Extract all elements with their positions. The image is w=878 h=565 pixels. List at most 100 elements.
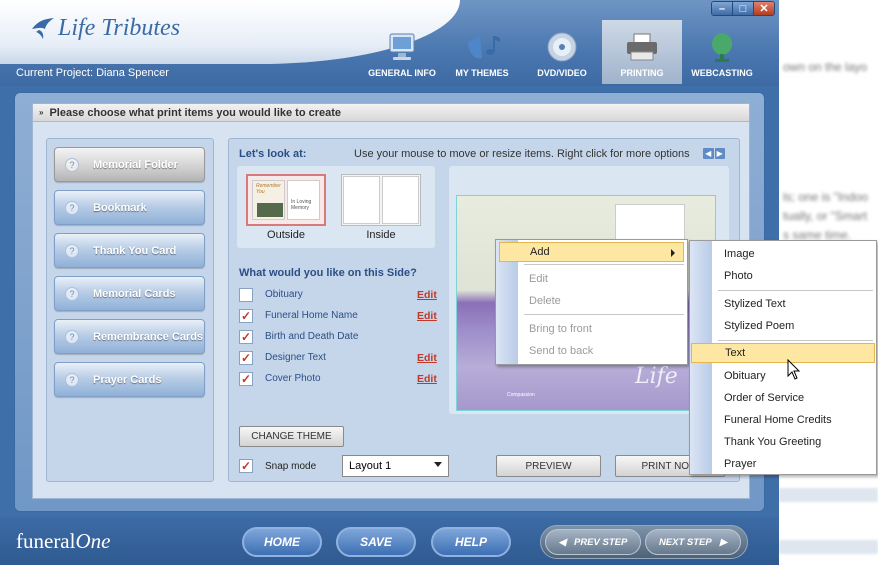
print-item-list: ? Memorial Folder ? Bookmark ? Thank You…	[46, 138, 214, 482]
nav-tab-printing[interactable]: PRINTING	[602, 20, 682, 84]
panel-title-text: Please choose what print items you would…	[49, 106, 342, 119]
nav-tab-dvd-video[interactable]: DVD/VIDEO	[522, 20, 602, 84]
minimize-button[interactable]: –	[712, 2, 732, 15]
help-icon: ?	[65, 200, 79, 215]
funeralone-logo: funeralOne	[16, 529, 110, 554]
arrow-right-icon[interactable]: ▶	[714, 148, 725, 159]
close-button[interactable]: ✕	[754, 2, 774, 15]
logo-text: funeral	[16, 529, 76, 553]
print-item-bookmark[interactable]: ? Bookmark	[54, 190, 205, 225]
checkbox[interactable]	[239, 287, 253, 302]
menu-item-bring-to-front[interactable]: Bring to front	[518, 319, 684, 339]
inside-thumbnail	[341, 174, 421, 226]
prev-step-button[interactable]: ◀ PREV STEP	[545, 529, 641, 555]
background-text-line: tually, or "Smart	[783, 209, 868, 223]
app-logo: Life Tributes	[30, 10, 180, 46]
checkbox[interactable]: ✓	[239, 371, 253, 386]
print-item-label: Memorial Cards	[93, 287, 176, 300]
submenu-item-thank-you-greeting[interactable]: Thank You Greeting	[712, 432, 873, 452]
menu-item-edit[interactable]: Edit	[518, 269, 684, 289]
submenu-item-stylized-text[interactable]: Stylized Text	[712, 294, 873, 314]
print-item-memorial-cards[interactable]: ? Memorial Cards	[54, 276, 205, 311]
side-inside[interactable]: Inside	[341, 174, 421, 241]
lets-look-label: Let's look at:	[239, 148, 307, 160]
submenu-item-stylized-poem[interactable]: Stylized Poem	[712, 316, 873, 336]
help-icon: ?	[65, 329, 79, 344]
layout-select-value: Layout 1	[349, 460, 392, 472]
home-button[interactable]: HOME	[242, 527, 322, 557]
submenu-item-order-of-service[interactable]: Order of Service	[712, 388, 873, 408]
main-nav: GENERAL INFO MY THEMES DVD/VIDEO PRINTIN…	[362, 20, 762, 84]
option-label: Birth and Death Date	[265, 331, 359, 342]
checkbox[interactable]: ✓	[239, 350, 253, 365]
next-step-button[interactable]: NEXT STEP ▶	[645, 529, 741, 555]
edit-link[interactable]: Edit	[417, 289, 437, 301]
edit-link[interactable]: Edit	[417, 373, 437, 385]
step-navigation: ◀ PREV STEP NEXT STEP ▶	[540, 525, 748, 559]
current-project-label: Current Project: Diana Spencer	[16, 67, 169, 79]
print-item-prayer-cards[interactable]: ? Prayer Cards	[54, 362, 205, 397]
double-chevron-icon: »	[39, 108, 44, 117]
maximize-button[interactable]: □	[732, 2, 754, 15]
option-label: Obituary	[265, 289, 303, 300]
edit-link[interactable]: Edit	[417, 310, 437, 322]
preview-button[interactable]: PREVIEW	[496, 455, 601, 477]
menu-item-send-to-back[interactable]: Send to back	[518, 341, 684, 361]
arrow-left-icon[interactable]: ◀	[703, 148, 714, 159]
satellite-dish-icon	[712, 33, 732, 62]
change-theme-button[interactable]: CHANGE THEME	[239, 426, 344, 447]
side-question: What would you like on this Side?	[239, 267, 417, 279]
submenu-item-photo[interactable]: Photo	[712, 266, 873, 286]
monitor-icon	[389, 33, 415, 60]
submenu-item-funeral-home-credits[interactable]: Funeral Home Credits	[712, 410, 873, 430]
print-item-memorial-folder[interactable]: ? Memorial Folder	[54, 147, 205, 182]
save-button[interactable]: SAVE	[336, 527, 416, 557]
layout-select[interactable]: Layout 1	[342, 455, 449, 477]
help-icon: ?	[65, 157, 79, 172]
option-label: Designer Text	[265, 352, 326, 363]
nav-tab-label: GENERAL INFO	[368, 68, 436, 78]
menu-separator	[524, 264, 684, 265]
help-button[interactable]: HELP	[431, 527, 511, 557]
nav-tab-general-info[interactable]: GENERAL INFO	[362, 20, 442, 84]
logo-text-italic: One	[75, 529, 111, 553]
submenu-item-text[interactable]: Text	[691, 343, 875, 363]
print-item-label: Thank You Card	[93, 244, 177, 257]
nav-tab-label: DVD/VIDEO	[537, 68, 587, 78]
menu-separator	[524, 314, 684, 315]
option-cover-photo: ✓ Cover Photo Edit	[239, 368, 439, 389]
dove-icon	[32, 18, 54, 39]
nav-tab-label: PRINTING	[620, 68, 664, 78]
header: Life Tributes Current Project: Diana Spe…	[0, 0, 779, 86]
print-item-thank-you-card[interactable]: ? Thank You Card	[54, 233, 205, 268]
print-item-label: Prayer Cards	[93, 373, 162, 386]
thumbnail-text: In Loving Memory	[291, 199, 312, 211]
submenu-item-image[interactable]: Image	[712, 244, 873, 264]
help-icon: ?	[65, 372, 79, 387]
menu-item-add[interactable]: Add	[499, 242, 684, 262]
menu-separator	[718, 290, 873, 291]
edit-link[interactable]: Edit	[417, 352, 437, 364]
option-label: Cover Photo	[265, 373, 321, 384]
submenu-item-prayer[interactable]: Prayer	[712, 454, 873, 474]
thumbnail-page: In Loving Memory	[287, 180, 320, 220]
side-outside[interactable]: Remember You In Loving Memory Outside	[246, 174, 326, 241]
dropdown-arrow-icon	[434, 462, 442, 467]
usage-hint: Use your mouse to move or resize items. …	[354, 148, 690, 160]
thumbnail-page: Remember You	[252, 180, 285, 220]
checkbox[interactable]: ✓	[239, 329, 253, 344]
side-selector: Remember You In Loving Memory Outside In…	[237, 166, 435, 248]
page-arrows: ◀ ▶	[703, 148, 725, 159]
snap-mode: ✓ Snap mode	[239, 459, 316, 473]
option-birth-death-date: ✓ Birth and Death Date	[239, 326, 439, 347]
print-item-label: Memorial Folder	[93, 158, 178, 171]
snap-mode-checkbox[interactable]: ✓	[239, 459, 253, 473]
nav-tab-webcasting[interactable]: WEBCASTING	[682, 20, 762, 84]
menu-item-label: Add	[530, 246, 550, 258]
checkbox[interactable]: ✓	[239, 308, 253, 323]
app-title: Life Tributes	[58, 14, 181, 41]
menu-item-delete[interactable]: Delete	[518, 291, 684, 311]
option-label: Funeral Home Name	[265, 310, 358, 321]
print-item-remembrance-cards[interactable]: ? Remembrance Cards	[54, 319, 205, 354]
nav-tab-my-themes[interactable]: MY THEMES	[442, 20, 522, 84]
